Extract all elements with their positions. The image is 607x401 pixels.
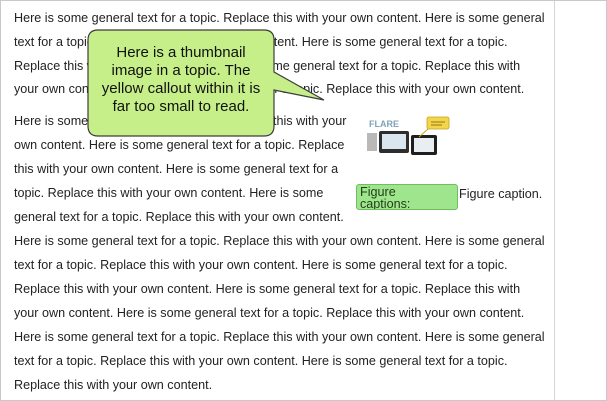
text-line[interactable]: your own content. Here is some general t… [14,305,524,321]
callout-line: Here is a thumbnail [116,44,246,61]
callout-line: far too small to read. [112,98,250,115]
thumbnail-image[interactable]: FLARE [361,113,453,169]
text-line[interactable]: Replace this with your own content. [14,377,212,393]
text-line[interactable]: text for a topic. Replace this with your… [14,257,508,273]
figure-caption[interactable]: Figure caption. [459,186,542,202]
text-line[interactable]: Here is some general text for a topic. R… [14,10,545,26]
text-line[interactable]: general text for a topic. Replace this w… [14,209,344,225]
text-line[interactable]: topic. Replace this with your own conten… [14,185,323,201]
callout-line: yellow callout within it is [101,80,261,97]
figure-caption-style-label: Figure captions: Capt [360,185,411,210]
figure-caption-highlight[interactable]: Figure captions: Capt [356,184,458,210]
text-line[interactable]: text for a topic. Replace this with your… [14,353,508,369]
text-line[interactable]: own content. Here is some general text f… [14,137,344,153]
thumbnail-yellow-callout [426,116,450,130]
text-line[interactable]: Here is some general text for a topic. R… [14,329,545,345]
thumbnail-device-icon [367,133,377,151]
callout-line: image in a topic. The [111,62,251,79]
callout-text: Here is a thumbnail image in a topic. Th… [88,44,274,116]
text-line[interactable]: this with your own content. Here is some… [14,161,338,177]
text-line[interactable]: Replace this with your own content. Here… [14,281,520,297]
text-line[interactable]: Here is some general text for a topic. R… [14,233,545,249]
right-gutter [555,1,606,400]
thumbnail-logo-text: FLARE [369,119,399,129]
